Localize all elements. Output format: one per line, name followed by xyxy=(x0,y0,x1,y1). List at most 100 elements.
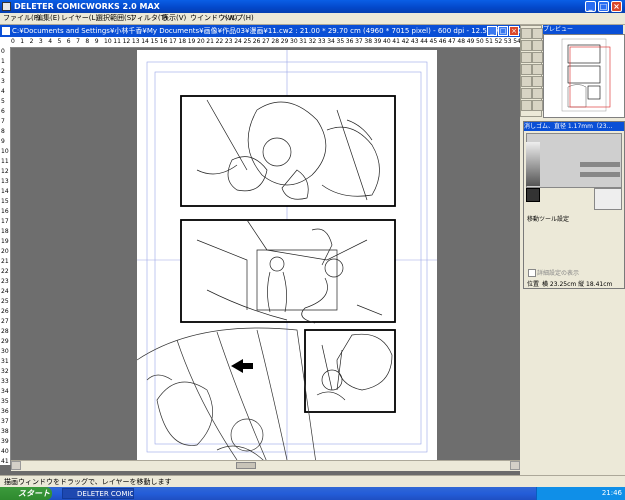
ruler-top-tick: 7 xyxy=(76,38,80,45)
doc-minimize-button[interactable]: _ xyxy=(487,26,497,36)
ruler-top-tick: 19 xyxy=(187,38,196,45)
ruler-top-tick: 53 xyxy=(503,38,512,45)
ruler-top-tick: 36 xyxy=(345,38,354,45)
ruler-left-tick: 0 xyxy=(1,48,5,55)
menu-layer[interactable]: レイヤー(L) xyxy=(61,13,98,24)
close-button[interactable]: × xyxy=(611,1,622,12)
rect-tool[interactable] xyxy=(521,52,532,63)
ruler-top-tick: 10 xyxy=(104,38,112,45)
brush-color-swatch[interactable] xyxy=(526,188,540,202)
preview-title: プレビュー xyxy=(543,25,623,34)
ruler-top-tick: 54 xyxy=(513,38,520,45)
hand-tool[interactable] xyxy=(521,88,532,99)
ruler-left: 0 1 2 3 4 5 6 7 8 9 10 11 12 13 14 15 16 17 18 19 20 21 22 23 24… xyxy=(0,47,11,465)
lasso-tool[interactable] xyxy=(521,76,532,87)
tool-palette xyxy=(520,25,543,117)
ruler-left-tick: 6 xyxy=(1,108,5,115)
ruler-left-tick: 9 xyxy=(1,138,5,145)
curve-area[interactable] xyxy=(594,188,622,210)
clock: 21:46 xyxy=(601,489,622,497)
ruler-corner xyxy=(0,37,10,47)
ruler-top-tick: 31 xyxy=(299,38,307,45)
ruler-left-tick: 28 xyxy=(1,328,9,335)
preview-panel[interactable] xyxy=(543,34,625,118)
brush-tool[interactable] xyxy=(532,40,543,51)
arrow-mark xyxy=(231,359,253,373)
minimize-button[interactable]: _ xyxy=(585,1,596,12)
brush-gradient-strip xyxy=(526,142,540,186)
scroll-right-button[interactable] xyxy=(510,461,520,470)
document-icon xyxy=(2,27,10,35)
ruler-left-tick: 37 xyxy=(1,418,9,425)
ruler-left-tick: 11 xyxy=(1,158,9,165)
ruler-left-tick: 18 xyxy=(1,228,9,235)
ruler-left-tick: 22 xyxy=(1,268,9,275)
menu-view[interactable]: 表示(V) xyxy=(162,13,186,24)
ruler-top-tick: 6 xyxy=(66,38,71,45)
brush-slider[interactable] xyxy=(580,162,620,167)
scroll-left-button[interactable] xyxy=(11,461,21,470)
ruler-top-tick: 47 xyxy=(448,38,456,45)
start-label: スタート xyxy=(18,489,50,498)
ruler-left-tick: 27 xyxy=(1,318,9,325)
ruler-top-tick: 2 xyxy=(29,38,34,45)
doc-maximize-button[interactable]: □ xyxy=(498,26,508,36)
move-tool[interactable] xyxy=(532,28,543,39)
detail-checkbox[interactable] xyxy=(528,269,536,277)
ruler-top-tick: 14 xyxy=(141,38,149,45)
wand-tool[interactable] xyxy=(532,76,543,87)
ruler-top-tick: 43 xyxy=(410,38,419,45)
fill-tool[interactable] xyxy=(532,64,543,75)
brush-slider-2[interactable] xyxy=(580,172,620,177)
maximize-button[interactable]: □ xyxy=(598,1,609,12)
brush-preview-area[interactable] xyxy=(526,133,622,188)
rotate-tool[interactable] xyxy=(521,100,532,111)
doc-close-button[interactable]: × xyxy=(509,26,519,36)
taskbar: スタート DELETER COMICWO... 21:46 xyxy=(0,487,625,500)
ruler-top-tick: 44 xyxy=(420,38,428,45)
eraser-tool[interactable] xyxy=(521,40,532,51)
ruler-left-tick: 5 xyxy=(1,98,5,105)
horizontal-scrollbar[interactable] xyxy=(11,460,520,471)
ruler-top-tick: 16 xyxy=(159,38,168,45)
drawing-canvas[interactable] xyxy=(11,48,520,460)
ruler-left-tick: 40 xyxy=(1,448,9,455)
ruler-top-tick: 34 xyxy=(327,38,335,45)
ruler-top-tick: 32 xyxy=(308,38,317,45)
ruler-top-tick: 17 xyxy=(169,38,177,45)
taskbar-item-deleter[interactable]: DELETER COMICWO... xyxy=(62,488,134,499)
zoom-tool[interactable] xyxy=(532,88,543,99)
ruler-top-tick: 4 xyxy=(48,38,53,45)
ruler-left-tick: 4 xyxy=(1,88,5,95)
scroll-thumb[interactable] xyxy=(236,462,256,469)
menu-help[interactable]: ヘルプ(H) xyxy=(222,13,254,24)
manga-page[interactable] xyxy=(136,50,437,460)
tool-settings-label: 移動ツール設定 xyxy=(527,216,570,223)
menu-selection[interactable]: 選択範囲(S) xyxy=(96,13,134,24)
position-label: 位置 xyxy=(527,281,540,288)
ruler-left-tick: 21 xyxy=(1,258,9,265)
ruler-top-tick: 1 xyxy=(20,38,25,45)
ruler-left-tick: 34 xyxy=(1,388,9,395)
eyedropper-tool[interactable] xyxy=(532,100,543,111)
ruler-top-tick: 40 xyxy=(383,38,391,45)
panel-1 xyxy=(180,95,396,207)
ruler-top-tick: 13 xyxy=(131,38,140,45)
ruler-left-tick: 13 xyxy=(1,178,9,185)
ruler-left-tick: 36 xyxy=(1,408,9,415)
start-button[interactable]: スタート xyxy=(0,487,52,500)
line-tool[interactable] xyxy=(532,52,543,63)
ruler-top-tick: 33 xyxy=(317,38,326,45)
text-tool[interactable] xyxy=(521,64,532,75)
menu-edit[interactable]: 編集(E) xyxy=(36,13,60,24)
ruler-top-tick: 49 xyxy=(466,38,475,45)
document-title: C:¥Documents and Settings¥小林千香¥My Docume… xyxy=(12,27,520,35)
right-dock: プレビュー 消しゴム、直径 1.17mm（23... 移動ツール設定 詳細設定の… xyxy=(520,25,625,475)
ruler-top-tick: 29 xyxy=(280,38,289,45)
ruler-top-tick: 25 xyxy=(243,38,252,45)
ruler-top-tick: 0 xyxy=(11,38,15,45)
ruler-left-tick: 38 xyxy=(1,428,9,435)
pen-tool[interactable] xyxy=(521,28,532,39)
menu-file[interactable]: ファイル(F) xyxy=(3,13,41,24)
ruler-top-tick: 22 xyxy=(215,38,224,45)
